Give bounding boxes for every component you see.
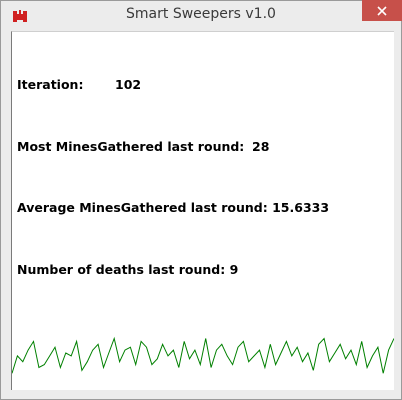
window-title: Smart Sweepers v1.0	[126, 6, 276, 22]
close-button[interactable]	[362, 0, 402, 21]
title-bar[interactable]: Smart Sweepers v1.0	[1, 0, 402, 31]
close-icon	[377, 5, 387, 16]
fitness-graph	[12, 336, 394, 374]
fitness-graph-line	[12, 336, 394, 374]
client-area: Iteration: 102 Most MinesGathered last ro…	[11, 31, 394, 390]
app-window: Smart Sweepers v1.0 Iteration: 102 Most M…	[0, 0, 402, 400]
